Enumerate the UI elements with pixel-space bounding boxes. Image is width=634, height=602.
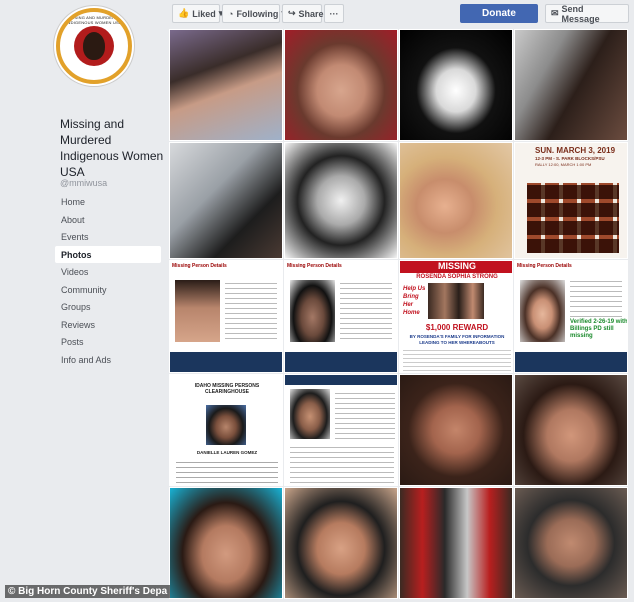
nav-item-videos[interactable]: Videos [55,263,161,281]
nav-item-info-ads[interactable]: Info and Ads [55,351,161,369]
reward-text: $1,000 REWARD [425,323,489,332]
photo-tile[interactable] [399,374,513,486]
photo-tile[interactable] [399,142,513,259]
following-button[interactable]: ◔ Following ▾ [222,4,286,23]
missing-details-text [570,281,622,317]
photo-tile[interactable] [284,487,398,599]
more-label: ··· [329,8,339,19]
liked-button[interactable]: 👍 Liked ▾ [172,4,223,23]
photo-tile[interactable] [514,374,628,486]
missing-photo [520,280,565,342]
nav-item-groups[interactable]: Groups [55,298,161,316]
missing-details-text [225,281,277,339]
page-title[interactable]: Missing and Murdered Indigenous Women US… [60,116,164,180]
photo-tile[interactable] [399,29,513,141]
missing-name: ROSENDA SOPHIA STRONG [416,274,498,280]
photo-tile[interactable] [169,487,283,599]
missing-footer-bar [515,352,627,372]
help-bring-home-text: Help Us Bring Her Home [403,286,426,316]
rally-poster-subtitle-2: RALLY 12:00, MARCH 1:00 PM [535,162,592,167]
page-action-bar: 👍 Liked ▾ ◔ Following ▾ ↪ Share ··· Dona… [172,4,630,24]
flyer-photo [290,389,330,439]
rally-poster-portraits [527,183,619,253]
logo-emblem [74,26,114,66]
following-label: Following [236,8,279,19]
rally-poster-subtitle: 12-3 PM - S. PARK BLOCKS/PSU [535,156,605,161]
missing-flyer-tile[interactable] [284,374,398,486]
send-message-button[interactable]: ✉ Send Message [545,3,629,24]
missing-poster-tile[interactable]: Missing Person Details [284,260,398,373]
rosenda-poster-tile[interactable]: MISSING ROSENDA SOPHIA STRONG Help Us Br… [399,260,513,373]
rosenda-photo [428,283,484,319]
missing-details-caption: Missing Person Details [517,263,572,269]
donate-label: Donate [482,8,516,19]
photo-tile[interactable] [399,487,513,599]
missing-banner: MISSING [400,261,512,273]
clearinghouse-photo [206,405,246,445]
missing-details-caption: Missing Person Details [172,263,227,269]
clearinghouse-name: DANIELLE LAUREN GOMEZ [196,450,258,455]
missing-poster-tile[interactable]: Missing Person Details [169,260,283,373]
share-arrow-icon: ↪ [288,8,296,18]
missing-footer-bar [285,352,397,372]
clearinghouse-title: IDAHO MISSING PERSONS CLEARINGHOUSE [194,383,260,395]
verified-note: Verified 2-26-19 with Billings PD still … [570,319,628,339]
rally-poster-title: SUN. MARCH 3, 2019 [535,146,616,155]
nav-item-home[interactable]: Home [55,193,161,211]
rally-poster-tile[interactable]: SUN. MARCH 3, 2019 12-3 PM - S. PARK BLO… [514,142,628,259]
nav-item-photos[interactable]: Photos [55,245,161,263]
messenger-icon: ✉ [551,8,559,18]
photo-tile[interactable] [169,29,283,141]
flyer-footer-text [290,445,394,483]
missing-photo [290,280,335,342]
photo-grid: SUN. MARCH 3, 2019 12-3 PM - S. PARK BLO… [169,29,628,599]
clearinghouse-poster-tile[interactable]: IDAHO MISSING PERSONS CLEARINGHOUSE DANI… [169,374,283,486]
share-label: Share [298,8,324,19]
clearinghouse-table [176,459,278,483]
page-nav: Home About Events Photos Videos Communit… [55,193,161,368]
donate-button[interactable]: Donate [460,4,538,23]
nav-item-about[interactable]: About [55,211,161,229]
liked-label: Liked [192,8,216,19]
missing-photo [175,280,220,342]
left-sidebar: MISSING AND MURDERED INDIGENOUS WOMEN US… [0,0,166,602]
missing-poster-tile[interactable]: Missing Person Details Verified 2-26-19 … [514,260,628,373]
more-options-button[interactable]: ··· [324,4,344,23]
reward-subtext: BY ROSENDA'S FAMILY FOR INFORMATION LEAD… [409,334,505,345]
page-handle[interactable]: @mmiwusa [60,178,107,188]
photo-tile[interactable] [284,142,398,259]
page-profile-picture[interactable]: MISSING AND MURDERED INDIGENOUS WOMEN US… [56,8,132,84]
nav-item-events[interactable]: Events [55,228,161,246]
photo-tile[interactable] [514,487,628,599]
logo-text: MISSING AND MURDERED INDIGENOUS WOMEN US… [66,15,122,25]
rss-icon: ◔ [228,8,234,19]
logo-portrait [83,32,105,60]
photo-tile[interactable] [284,29,398,141]
nav-item-posts[interactable]: Posts [55,333,161,351]
photo-tile[interactable] [514,29,628,141]
rosenda-body-text [403,349,511,371]
photo-tile[interactable] [169,142,283,259]
missing-details-caption: Missing Person Details [287,263,342,269]
share-button[interactable]: ↪ Share [282,4,324,23]
flyer-header [285,375,397,385]
nav-item-reviews[interactable]: Reviews [55,316,161,334]
flyer-text [335,389,395,439]
thumbs-up-icon: 👍 [178,8,190,18]
missing-footer-bar [170,352,282,372]
send-message-label: Send Message [561,3,600,24]
missing-details-text [340,281,392,339]
nav-item-community[interactable]: Community [55,281,161,299]
photo-credit: © Big Horn County Sheriff's Depa [5,585,171,598]
